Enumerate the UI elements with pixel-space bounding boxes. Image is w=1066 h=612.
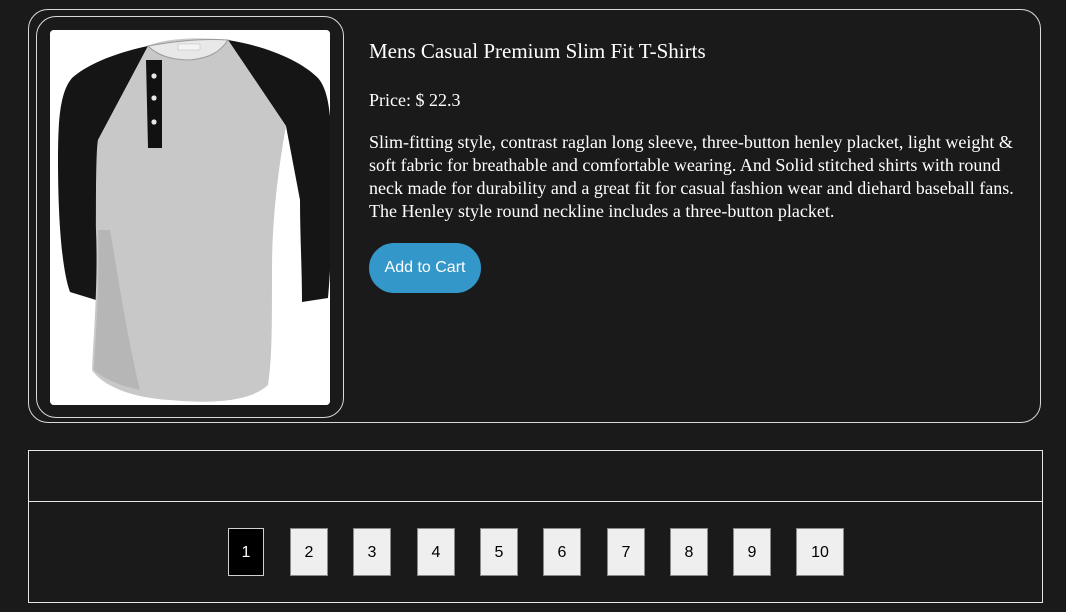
product-card: Mens Casual Premium Slim Fit T-Shirts Pr… [28, 9, 1041, 423]
page-button-2[interactable]: 2 [290, 528, 328, 576]
add-to-cart-button[interactable]: Add to Cart [369, 243, 481, 293]
product-info: Mens Casual Premium Slim Fit T-Shirts Pr… [369, 38, 1035, 293]
product-image [50, 30, 330, 405]
product-title: Mens Casual Premium Slim Fit T-Shirts [369, 39, 706, 63]
page-button-6[interactable]: 6 [543, 528, 581, 576]
product-price: Price: $ 22.3 [369, 89, 1035, 111]
empty-panel [28, 450, 1043, 502]
price-label: Price: $ [369, 90, 425, 110]
page-button-8[interactable]: 8 [670, 528, 708, 576]
product-description: Slim-fitting style, contrast raglan long… [369, 132, 1014, 221]
page-button-10[interactable]: 10 [796, 528, 844, 576]
pagination: 1 2 3 4 5 6 7 8 9 10 [28, 501, 1043, 603]
price-value: 22.3 [429, 90, 461, 110]
page-button-4[interactable]: 4 [417, 528, 455, 576]
page-button-5[interactable]: 5 [480, 528, 518, 576]
product-image-frame [36, 16, 344, 418]
tshirt-icon [50, 30, 330, 405]
page-button-3[interactable]: 3 [353, 528, 391, 576]
page-button-7[interactable]: 7 [607, 528, 645, 576]
page-button-9[interactable]: 9 [733, 528, 771, 576]
page-button-1[interactable]: 1 [228, 528, 264, 576]
